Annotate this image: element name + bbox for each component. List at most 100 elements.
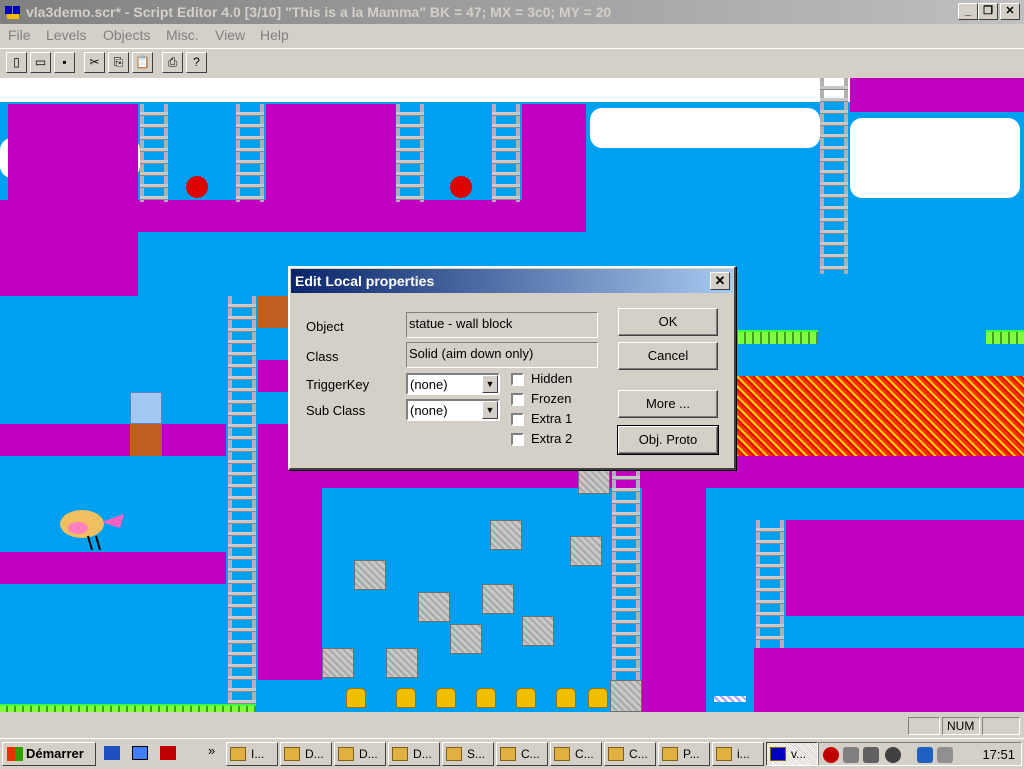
maximize-button[interactable]: ❐ — [978, 3, 998, 20]
cloud — [850, 118, 1020, 198]
taskbar-button[interactable]: D... — [334, 742, 386, 766]
taskbar-button[interactable]: C... — [550, 742, 602, 766]
coin-item — [436, 688, 456, 708]
stone-block — [322, 648, 354, 678]
copy-icon[interactable]: ⎘ — [108, 52, 129, 73]
extra1-label: Extra 1 — [531, 411, 573, 426]
edit-local-properties-dialog: Edit Local properties ✕ Object statue - … — [288, 266, 736, 470]
stone-block — [570, 536, 602, 566]
close-button[interactable]: ✕ — [1000, 3, 1020, 20]
taskbar-button[interactable]: i... — [712, 742, 764, 766]
obj-proto-button[interactable]: Obj. Proto — [617, 425, 719, 455]
connection-icon[interactable] — [917, 747, 933, 763]
menu-objects[interactable]: Objects — [103, 27, 150, 43]
extra1-checkbox[interactable] — [511, 413, 524, 426]
window-title-bar[interactable]: vla3demo.scr* - Script Editor 4.0 [3/10]… — [0, 0, 1024, 24]
taskbar-button-active[interactable]: v... — [766, 742, 818, 766]
grass-floor — [0, 704, 256, 712]
minimize-button[interactable]: _ — [958, 3, 978, 20]
app-quicklaunch-icon[interactable] — [160, 746, 176, 760]
triggerkey-value: (none) — [410, 377, 448, 392]
network-icon[interactable] — [863, 747, 879, 763]
object-label: Object — [306, 319, 344, 334]
extra2-label: Extra 2 — [531, 431, 573, 446]
hidden-checkbox[interactable] — [511, 373, 524, 386]
stone-block — [354, 560, 386, 590]
chevron-down-icon[interactable]: ▼ — [482, 401, 498, 419]
taskbar-button[interactable]: P... — [658, 742, 710, 766]
brick-floor — [0, 200, 586, 232]
cut-icon[interactable]: ✂ — [84, 52, 105, 73]
brick-ledge — [0, 552, 226, 584]
brick-wall — [258, 360, 288, 392]
subclass-label: Sub Class — [306, 403, 366, 418]
subclass-value: (none) — [410, 403, 448, 418]
volume-icon[interactable] — [843, 747, 859, 763]
menu-view[interactable]: View — [215, 27, 245, 43]
dirt-block — [258, 296, 288, 328]
cancel-button[interactable]: Cancel — [618, 342, 718, 370]
stone-block — [418, 592, 450, 622]
brick-wall — [0, 232, 138, 296]
subclass-select[interactable]: (none) ▼ — [406, 399, 500, 421]
coin-item — [396, 688, 416, 708]
brick-wall — [786, 520, 1024, 616]
frozen-checkbox[interactable] — [511, 393, 524, 406]
save-icon[interactable]: ▪ — [54, 52, 75, 73]
platform — [738, 330, 818, 344]
triggerkey-select[interactable]: (none) ▼ — [406, 373, 500, 395]
stone-block — [610, 680, 642, 712]
coin-item — [346, 688, 366, 708]
apple-item — [186, 176, 208, 198]
frozen-label: Frozen — [531, 391, 572, 406]
taskbar-button[interactable]: S... — [442, 742, 494, 766]
open-folder-icon[interactable]: ▭ — [30, 52, 51, 73]
new-file-icon[interactable]: ▯ — [6, 52, 27, 73]
menu-help[interactable]: Help — [260, 27, 289, 43]
taskbar-button[interactable]: D... — [280, 742, 332, 766]
explorer-icon[interactable] — [132, 746, 148, 760]
folder-icon — [500, 747, 516, 761]
chevron-right-icon[interactable]: » — [208, 743, 215, 758]
ladder — [140, 104, 168, 202]
status-panel-empty — [982, 717, 1020, 735]
toolbar: ▯ ▭ ▪ ✂ ⎘ 📋 ⎙ ? — [0, 48, 1024, 77]
archive-icon — [338, 747, 354, 761]
ladder — [612, 456, 640, 682]
taskbar-button[interactable]: C... — [604, 742, 656, 766]
coin-item — [476, 688, 496, 708]
menu-misc[interactable]: Misc. — [166, 27, 199, 43]
antivirus-icon[interactable] — [823, 747, 839, 763]
num-lock-indicator: NUM — [942, 717, 980, 735]
status-panel-empty — [908, 717, 940, 735]
stone-block — [490, 520, 522, 550]
speaker-icon[interactable] — [937, 747, 953, 763]
start-button[interactable]: Démarrer — [2, 742, 96, 766]
dialog-title-bar[interactable]: Edit Local properties ✕ — [291, 269, 733, 293]
desktop-icon[interactable] — [104, 746, 120, 760]
script-editor-icon — [770, 747, 786, 761]
taskbar-button[interactable]: C... — [496, 742, 548, 766]
help-icon[interactable]: ? — [186, 52, 207, 73]
more-button[interactable]: More ... — [618, 390, 718, 418]
menu-file[interactable]: File — [8, 27, 31, 43]
print-icon[interactable]: ⎙ — [162, 52, 183, 73]
coin-item — [588, 688, 608, 708]
coin-item — [556, 688, 576, 708]
dialog-close-button[interactable]: ✕ — [710, 272, 730, 290]
taskbar-button[interactable]: D... — [388, 742, 440, 766]
cloud — [590, 108, 820, 148]
stone-block — [482, 584, 514, 614]
extra2-checkbox[interactable] — [511, 433, 524, 446]
ok-button[interactable]: OK — [618, 308, 718, 336]
menu-levels[interactable]: Levels — [46, 27, 86, 43]
dinosaur-sprite — [58, 506, 128, 551]
paste-icon[interactable]: 📋 — [132, 52, 153, 73]
taskbar-button[interactable]: I... — [226, 742, 278, 766]
dialog-title: Edit Local properties — [295, 273, 435, 289]
chevron-down-icon[interactable]: ▼ — [482, 375, 498, 393]
messenger-icon[interactable] — [885, 747, 901, 763]
image-icon — [662, 747, 678, 761]
brick-wall — [266, 104, 396, 202]
brick-wall — [258, 488, 322, 680]
